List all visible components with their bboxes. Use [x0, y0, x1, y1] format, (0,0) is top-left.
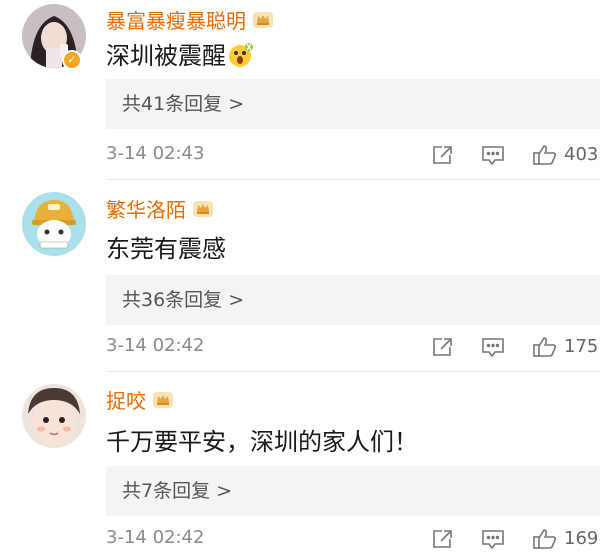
comment-text: 千万要平安，深圳的家人们！ — [106, 428, 418, 456]
view-replies-button[interactable]: 共41条回复 > — [106, 79, 600, 129]
username[interactable]: 暴富暴瘦暴聪明 — [106, 5, 246, 34]
timestamp: 3-14 02:42 — [106, 335, 205, 356]
divider — [106, 371, 600, 372]
verified-badge-icon: ✓ — [62, 50, 82, 70]
view-replies-button[interactable]: 共7条回复 > — [106, 466, 600, 516]
avatar[interactable] — [22, 192, 86, 256]
like-count: 403 — [564, 144, 599, 165]
view-replies-button[interactable]: 共36条回复 > — [106, 275, 600, 325]
crown-badge-icon — [192, 198, 214, 218]
share-icon[interactable] — [430, 527, 456, 551]
surprised-face-emoji-icon — [228, 42, 254, 68]
comment-icon[interactable] — [480, 143, 506, 167]
comment-text: 东莞有震感 — [106, 235, 226, 263]
timestamp: 3-14 02:43 — [106, 143, 205, 164]
like-count: 175 — [564, 336, 599, 357]
thumbs-up-icon[interactable] — [532, 143, 558, 167]
timestamp: 3-14 02:42 — [106, 527, 205, 548]
thumbs-up-icon[interactable] — [532, 335, 558, 359]
comment-list: ✓ 暴富暴瘦暴聪明 深圳被震醒 共41条回复 > 3-14 02:43 403 — [0, 0, 600, 560]
comment-icon[interactable] — [480, 527, 506, 551]
username[interactable]: 繁华洛陌 — [106, 194, 186, 223]
share-icon[interactable] — [430, 335, 456, 359]
crown-badge-icon — [252, 9, 274, 29]
avatar[interactable] — [22, 384, 86, 448]
share-icon[interactable] — [430, 143, 456, 167]
divider — [106, 179, 600, 180]
comment-icon[interactable] — [480, 335, 506, 359]
username[interactable]: 捉咬 — [106, 385, 146, 414]
comment-text: 深圳被震醒 — [106, 36, 254, 71]
like-count: 169 — [564, 528, 599, 549]
thumbs-up-icon[interactable] — [532, 527, 558, 551]
crown-badge-icon — [152, 389, 174, 409]
